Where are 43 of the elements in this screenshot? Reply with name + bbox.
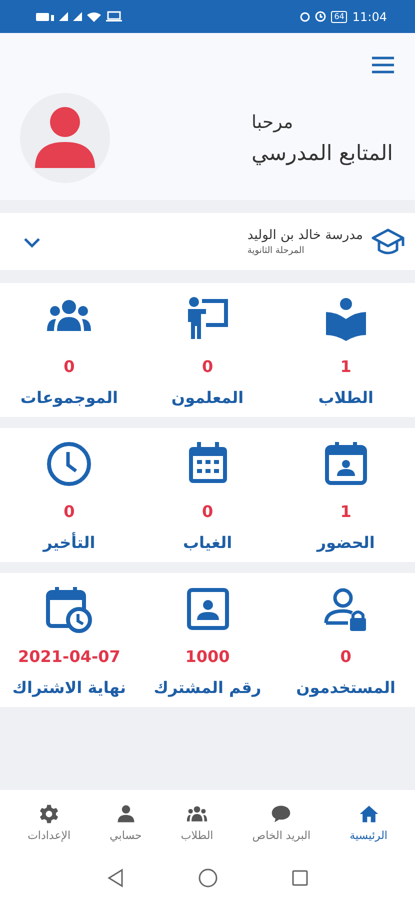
home-circle-icon[interactable] <box>196 866 218 888</box>
calendar-clock-icon <box>45 585 94 633</box>
battery-level: 64 <box>331 10 348 22</box>
sim-card-icon <box>36 12 54 22</box>
stat-label: الغياب <box>182 533 232 552</box>
stat-value: 0 <box>202 357 214 376</box>
home-icon <box>358 803 380 825</box>
stat-label: رقم المشترك <box>154 678 262 697</box>
nav-tab[interactable]: الإعدادات <box>22 799 77 846</box>
stat-value: 1 <box>340 357 352 376</box>
nav-tab[interactable]: حسابي <box>104 799 148 846</box>
stat-label: الحضور <box>316 533 375 552</box>
stat-label: نهاية الاشتراك <box>12 678 126 697</box>
person-icon <box>114 803 137 825</box>
stat-label: المستخدمون <box>296 678 396 697</box>
stat-value: 0 <box>64 502 75 521</box>
school-name: مدرسة خالد بن الوليد <box>247 228 363 242</box>
greeting: مرحبا <box>252 112 294 132</box>
school-selector[interactable]: مدرسة خالد بن الوليد المرحلة الثانوية <box>0 213 415 270</box>
alarm-clock-icon <box>315 11 326 22</box>
chat-bubble-icon <box>270 803 292 825</box>
stat-value: 0 <box>202 502 214 521</box>
menu-icon[interactable] <box>371 55 395 75</box>
stat-label: المعلمون <box>171 388 244 407</box>
stat-label: التأخير <box>43 533 96 552</box>
laptop-icon <box>106 11 122 22</box>
school-stage: المرحلة الثانوية <box>247 246 304 256</box>
graduation-cap-icon <box>371 226 405 256</box>
nav-tab[interactable]: البريد الخاص <box>246 799 317 846</box>
stat-value: 1000 <box>185 647 230 666</box>
stat-label: الموجموعات <box>20 388 118 407</box>
clock-icon <box>45 440 94 488</box>
wifi-icon <box>87 12 101 22</box>
settings-icon <box>38 803 60 825</box>
nav-tab[interactable]: الرئيسية <box>344 799 394 846</box>
clock-time: 11:04 <box>352 10 387 24</box>
nav-tab[interactable]: الطلاب <box>174 799 220 846</box>
stat-label: الطلاب <box>318 388 374 407</box>
stat-value: 0 <box>340 647 352 666</box>
stat-value: 1 <box>340 502 352 521</box>
stat-value: 0 <box>64 357 75 376</box>
user-role: المتابع المدرسي <box>252 140 393 164</box>
stat-value: 2021-04-07 <box>18 647 120 666</box>
